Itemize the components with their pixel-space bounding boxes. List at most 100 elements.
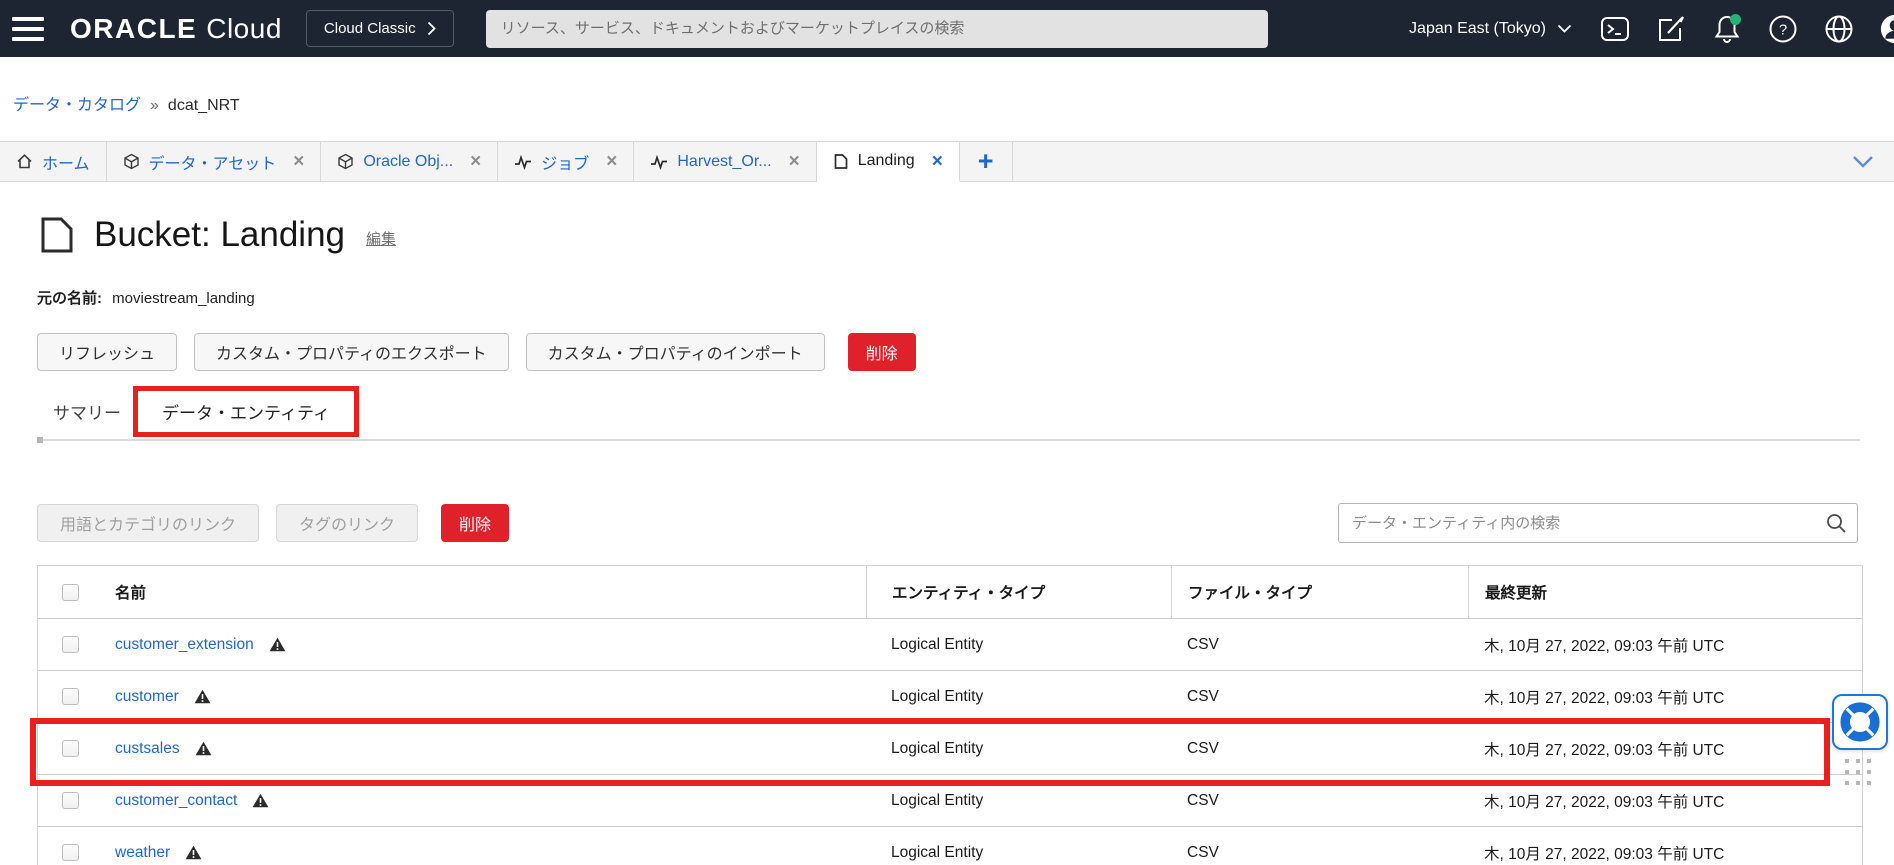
file-type-cell: CSV (1171, 844, 1468, 862)
entity-type-cell: Logical Entity (866, 844, 1171, 862)
subtab-summary[interactable]: サマリー (53, 399, 121, 424)
divider-handle (37, 437, 43, 443)
table-row: customer_contact Logical Entity CSV 木, 1… (38, 775, 1862, 827)
entity-link[interactable]: custsales (115, 740, 180, 758)
menu-icon[interactable] (12, 17, 44, 41)
pulse-icon (650, 154, 668, 170)
last-updated-cell: 木, 10月 27, 2022, 09:03 午前 UTC (1468, 842, 1862, 864)
header-file-type: ファイル・タイプ (1171, 566, 1468, 618)
notifications-bell-icon[interactable] (1712, 14, 1742, 44)
last-updated-cell: 木, 10月 27, 2022, 09:03 午前 UTC (1468, 686, 1862, 708)
file-type-cell: CSV (1171, 740, 1468, 758)
oracle-cloud-logo: ORACLE Cloud (70, 13, 282, 45)
header-entity-type: エンティティ・タイプ (866, 566, 1171, 618)
entity-search-input[interactable] (1338, 503, 1858, 543)
life-ring-icon (1839, 701, 1881, 743)
row-checkbox[interactable] (62, 844, 79, 861)
table-row: customer Logical Entity CSV 木, 10月 27, 2… (38, 671, 1862, 723)
entity-type-cell: Logical Entity (866, 740, 1171, 758)
drag-handle[interactable] (1845, 759, 1888, 785)
entity-link[interactable]: customer (115, 688, 179, 706)
delete-entities-button[interactable]: 削除 (441, 504, 509, 542)
file-type-cell: CSV (1171, 688, 1468, 706)
folder-icon (833, 153, 849, 170)
tabs-overflow-chevron-icon[interactable] (1852, 155, 1874, 168)
entity-type-cell: Logical Entity (866, 636, 1171, 654)
table-row: customer_extension Logical Entity CSV 木,… (38, 619, 1862, 671)
search-icon[interactable] (1825, 512, 1847, 534)
edit-announcements-icon[interactable] (1656, 14, 1686, 44)
notification-badge (1730, 14, 1741, 25)
user-avatar-icon[interactable] (1880, 14, 1894, 44)
warning-icon (195, 741, 212, 756)
header-name: 名前 (103, 566, 866, 618)
entity-link[interactable]: customer_contact (115, 792, 237, 810)
tab-close-icon[interactable]: × (606, 152, 617, 171)
new-tab-button[interactable]: + (960, 142, 1013, 181)
tab-close-icon[interactable]: × (789, 152, 800, 171)
warning-icon (185, 845, 202, 860)
subtabs: サマリー データ・エンティティ (37, 387, 1894, 435)
subtab-data-entities[interactable]: データ・エンティティ (162, 404, 330, 423)
home-icon (16, 153, 33, 170)
original-name-row: 元の名前: moviestream_landing (37, 287, 1894, 306)
header-last-updated: 最終更新 (1468, 566, 1862, 618)
tab-harvest[interactable]: Harvest_Or... × (634, 142, 816, 181)
tab-close-icon[interactable]: × (932, 152, 943, 171)
original-name-value: moviestream_landing (112, 290, 255, 307)
row-checkbox[interactable] (62, 740, 79, 757)
oracle-cloud-console: ORACLE Cloud Cloud Classic Japan East (T… (0, 0, 1894, 865)
pulse-icon (514, 154, 532, 170)
entities-table: 名前 エンティティ・タイプ ファイル・タイプ 最終更新 customer_ext… (37, 565, 1863, 865)
cloud-classic-label: Cloud Classic (324, 20, 416, 37)
cloud-classic-button[interactable]: Cloud Classic (306, 10, 454, 47)
tab-label: Harvest_Or... (677, 153, 771, 171)
tab-data-assets[interactable]: データ・アセット × (107, 142, 322, 181)
bucket-folder-icon (37, 214, 77, 256)
entity-link[interactable]: weather (115, 844, 170, 862)
table-row: weather Logical Entity CSV 木, 10月 27, 20… (38, 827, 1862, 865)
help-button[interactable] (1832, 694, 1888, 750)
import-custom-properties-button[interactable]: カスタム・プロパティのインポート (526, 333, 825, 371)
export-custom-properties-button[interactable]: カスタム・プロパティのエクスポート (194, 333, 509, 371)
tab-close-icon[interactable]: × (470, 152, 481, 171)
warning-icon (269, 637, 286, 652)
entity-link[interactable]: customer_extension (115, 636, 254, 654)
select-all-checkbox[interactable] (62, 584, 79, 601)
cloud-shell-icon[interactable] (1600, 14, 1630, 44)
edit-link[interactable]: 編集 (366, 228, 396, 249)
file-type-cell: CSV (1171, 636, 1468, 654)
last-updated-cell: 木, 10月 27, 2022, 09:03 午前 UTC (1468, 790, 1862, 812)
region-selector[interactable]: Japan East (Tokyo) (1409, 20, 1572, 38)
entities-toolbar: 用語とカテゴリのリンク タグのリンク 削除 (37, 503, 1858, 543)
cube-icon (123, 153, 140, 170)
section-divider (37, 439, 1860, 441)
refresh-button[interactable]: リフレッシュ (37, 333, 177, 371)
tab-jobs[interactable]: ジョブ × (498, 142, 634, 181)
main-content: Bucket: Landing 編集 元の名前: moviestream_lan… (0, 214, 1894, 865)
breadcrumb-current: dcat_NRT (168, 97, 240, 115)
global-search-input[interactable] (486, 10, 1268, 48)
tab-label: データ・アセット (149, 150, 277, 174)
delete-button[interactable]: 削除 (848, 333, 916, 371)
tab-landing-active[interactable]: Landing × (817, 142, 960, 182)
row-checkbox[interactable] (62, 636, 79, 653)
svg-text:?: ? (1779, 21, 1787, 38)
row-checkbox[interactable] (62, 792, 79, 809)
tab-oracle-object[interactable]: Oracle Obj... × (321, 142, 498, 181)
tab-label: ホーム (42, 150, 90, 174)
chevron-down-icon (1557, 24, 1572, 33)
brand-oracle: ORACLE (70, 13, 197, 45)
chevron-right-icon (427, 21, 436, 36)
topbar-icons: ? (1600, 14, 1894, 44)
tab-close-icon[interactable]: × (293, 152, 304, 171)
help-circle-icon[interactable]: ? (1768, 14, 1798, 44)
link-terms-categories-button[interactable]: 用語とカテゴリのリンク (37, 504, 259, 542)
breadcrumb: データ・カタログ » dcat_NRT (0, 57, 1894, 141)
tab-home[interactable]: ホーム (0, 142, 107, 181)
row-checkbox[interactable] (62, 688, 79, 705)
original-name-label: 元の名前: (37, 290, 102, 307)
globe-language-icon[interactable] (1824, 14, 1854, 44)
breadcrumb-parent-link[interactable]: データ・カタログ (13, 91, 141, 115)
link-tags-button[interactable]: タグのリンク (276, 504, 418, 542)
